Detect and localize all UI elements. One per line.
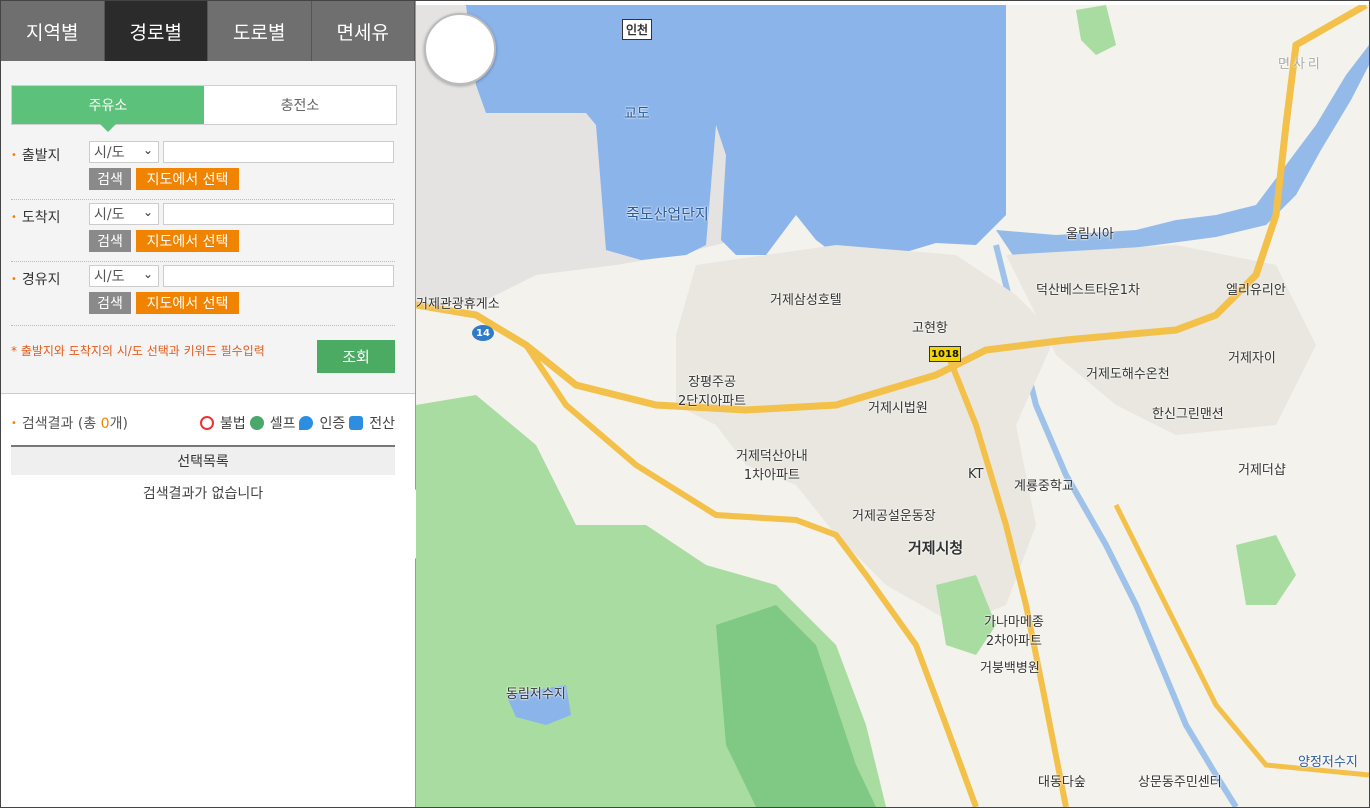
mode-tabs: 지역별 경로별 도로별 면세유 — [1, 1, 415, 61]
waypoint-province-select[interactable]: 시/도 ⌄ — [89, 265, 159, 287]
waypoint-search-button[interactable]: 검색 — [89, 292, 131, 314]
map-label-city-hall[interactable]: 거제시청 — [908, 537, 963, 558]
map-label-incheon[interactable]: 인천 — [622, 19, 653, 40]
legend-certified: 인증 — [319, 416, 346, 432]
selection-list-header: 선택목록 — [11, 445, 395, 475]
map-label-sangmun[interactable]: 상문동주민센터 — [1138, 771, 1222, 790]
tab-charging-station[interactable]: 충전소 — [204, 86, 396, 124]
legend: 불법 셀프 인증 전산 — [199, 413, 395, 433]
origin-label: 출발지 — [11, 145, 61, 165]
illegal-icon — [199, 416, 214, 430]
legend-computerized: 전산 — [369, 416, 395, 432]
chevron-down-icon: ⌄ — [142, 267, 153, 281]
map-label-gyodo[interactable]: 교도 — [624, 103, 650, 123]
destination-search-button[interactable]: 검색 — [89, 230, 131, 252]
map-label-rest-area[interactable]: 거제관광휴게소 — [416, 293, 500, 312]
map-label-jukdo[interactable]: 죽도산업단지 — [626, 203, 709, 224]
certified-drop-icon — [299, 416, 314, 430]
map-label-donglim[interactable]: 동림저수지 — [506, 683, 566, 702]
empty-results-message: 검색결과가 없습니다 — [142, 486, 264, 502]
waypoint-select-value: 시/도 — [94, 269, 125, 285]
required-note: * 출발지와 도착지의 시/도 선택과 키워드 필수입력 — [11, 344, 265, 358]
destination-select-value: 시/도 — [94, 207, 125, 223]
destination-map-select-button[interactable]: 지도에서 선택 — [136, 230, 239, 252]
tab-route[interactable]: 경로별 — [104, 1, 208, 61]
divider — [11, 199, 395, 200]
legend-illegal: 불법 — [219, 416, 246, 432]
destination-province-select[interactable]: 시/도 ⌄ — [89, 203, 159, 225]
results-summary: 검색결과 (총 0개) — [11, 413, 128, 433]
map-label-kt[interactable]: KT — [968, 467, 983, 482]
origin-map-select-button[interactable]: 지도에서 선택 — [136, 168, 239, 190]
map-label-samsung-hotel[interactable]: 거제삼성호텔 — [770, 289, 842, 308]
map-label-hansin[interactable]: 한신그린맨션 — [1152, 403, 1224, 422]
map-label-stadium[interactable]: 거제공설운동장 — [852, 505, 936, 524]
map-label-deoksan-anae[interactable]: 거제덕산아내 1차아파트 — [736, 445, 808, 483]
destination-label: 도착지 — [11, 207, 61, 227]
legend-self: 셀프 — [269, 416, 296, 432]
destination-keyword-input[interactable] — [163, 203, 394, 225]
map-label-myeonsari[interactable]: 면사리 — [1278, 53, 1323, 72]
divider — [11, 261, 395, 262]
tab-road[interactable]: 도로별 — [208, 1, 312, 61]
map-label-hot-spring[interactable]: 거제도해수온천 — [1086, 363, 1170, 382]
route-badge-14: 14 — [472, 325, 494, 341]
map-label-ganama[interactable]: 가나마메종 2차아파트 — [984, 611, 1044, 649]
origin-keyword-input[interactable] — [163, 141, 394, 163]
self-service-icon — [249, 416, 264, 430]
chevron-down-icon: ⌄ — [142, 205, 153, 219]
map-label-geojethesharp[interactable]: 거제더샵 — [1238, 459, 1286, 478]
chevron-down-icon: ⌄ — [142, 143, 153, 157]
map-label-gohyeon-port[interactable]: 고현항 — [912, 317, 948, 336]
tab-region[interactable]: 지역별 — [1, 1, 105, 61]
origin-search-button[interactable]: 검색 — [89, 168, 131, 190]
map-label-elliyurian[interactable]: 엘리유리안 — [1226, 279, 1286, 298]
map-view[interactable]: 인천 교도 죽도산업단지 거제관광휴게소 거제삼성호텔 고현항 울림시아 덕산베… — [416, 5, 1369, 807]
station-type-tabs: 주유소 충전소 — [11, 85, 397, 132]
search-panel: 지역별 경로별 도로별 면세유 주유소 충전소 출발지 시/도 ⌄ 검색 지도에서… — [1, 1, 416, 807]
computerized-icon — [349, 416, 364, 430]
origin-province-select[interactable]: 시/도 ⌄ — [89, 141, 159, 163]
tab-gas-station[interactable]: 주유소 — [12, 86, 204, 132]
waypoint-map-select-button[interactable]: 지도에서 선택 — [136, 292, 239, 314]
results-suffix: 개) — [109, 416, 128, 432]
map-label-gyeryong[interactable]: 계룡중학교 — [1014, 475, 1074, 494]
route-badge-1018: 1018 — [929, 346, 961, 362]
query-button[interactable]: 조회 — [317, 340, 395, 373]
app-frame: 지역별 경로별 도로별 면세유 주유소 충전소 출발지 시/도 ⌄ 검색 지도에서… — [0, 0, 1370, 808]
divider — [11, 325, 395, 326]
map-label-court[interactable]: 거제시법원 — [868, 397, 928, 416]
map-label-jangpyeong[interactable]: 장평주공 2단지아파트 — [678, 371, 746, 409]
tab-tax-free[interactable]: 면세유 — [311, 1, 415, 61]
map-label-hospital[interactable]: 거붕백병원 — [980, 657, 1040, 676]
results-prefix: 검색결과 (총 — [21, 416, 101, 432]
map-label-daedong[interactable]: 대동다숲 — [1038, 771, 1086, 790]
map-label-deoksan-best[interactable]: 덕산베스트타운1차 — [1036, 279, 1140, 298]
pan-control[interactable] — [424, 13, 496, 85]
waypoint-keyword-input[interactable] — [163, 265, 394, 287]
map-label-wulrim[interactable]: 울림시아 — [1066, 223, 1114, 242]
route-form: 주유소 충전소 출발지 시/도⌄ 검색 지도에서 선택 도착지 시/도⌄ 검색 … — [1, 61, 415, 394]
map-label-geojeai[interactable]: 거제자이 — [1228, 347, 1276, 366]
results-count: 0 — [100, 416, 110, 432]
map-label-yangjeong[interactable]: 양정저수지 — [1298, 751, 1358, 770]
waypoint-label: 경유지 — [11, 269, 61, 289]
origin-select-value: 시/도 — [94, 145, 125, 161]
